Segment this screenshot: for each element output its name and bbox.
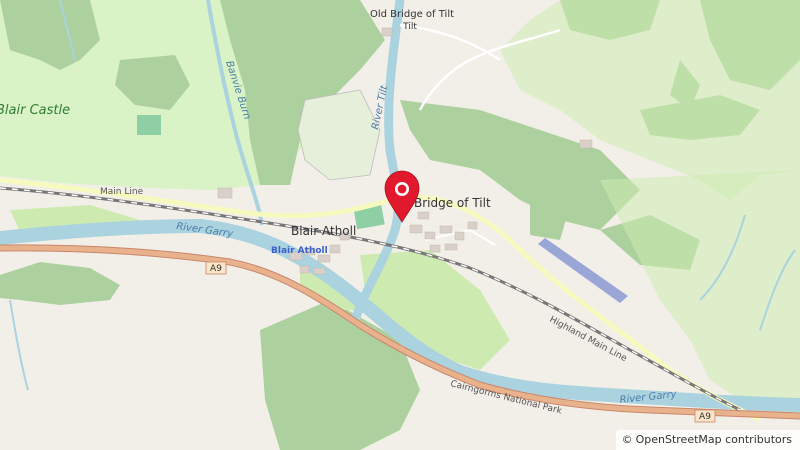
svg-text:A9: A9: [699, 412, 711, 422]
label-blair-atholl: Blair Atholl: [291, 224, 356, 238]
copyright-symbol: ©: [621, 433, 633, 446]
map-canvas[interactable]: Old Bridge of Tilt Tilt Bridge of Tilt B…: [0, 0, 800, 450]
label-blair-atholl-station: Blair Atholl: [271, 246, 328, 256]
castle-lawn: [137, 115, 161, 135]
label-blair-castle: Blair Castle: [0, 103, 70, 118]
attribution-link[interactable]: OpenStreetMap contributors: [636, 433, 792, 446]
svg-text:Tilt: Tilt: [402, 22, 417, 32]
map-attribution: © OpenStreetMap contributors: [615, 430, 800, 450]
map-view[interactable]: Old Bridge of Tilt Tilt Bridge of Tilt B…: [0, 0, 800, 450]
label-main-line: Main Line: [100, 187, 144, 197]
svg-text:A9: A9: [210, 264, 222, 274]
label-bridge-of-tilt: Bridge of Tilt: [414, 196, 491, 210]
label-old-bridge: Old Bridge of Tilt: [370, 9, 454, 20]
